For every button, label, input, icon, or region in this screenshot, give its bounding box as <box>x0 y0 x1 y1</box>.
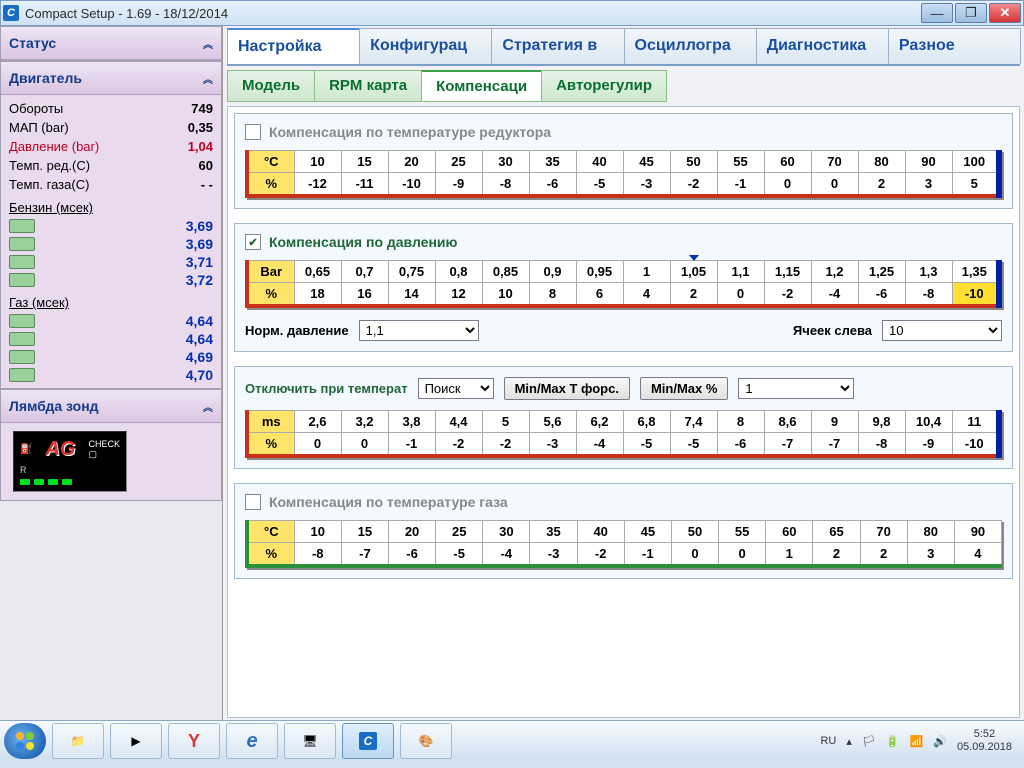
taskbar-monitor[interactable]: 🖥 <box>284 723 336 759</box>
tray-language[interactable]: RU <box>820 735 836 747</box>
subtab-0[interactable]: Модель <box>227 70 315 102</box>
subtab-1[interactable]: RPM карта <box>314 70 422 102</box>
tab-1[interactable]: Конфигурац <box>359 28 492 64</box>
gas-temp-checkbox[interactable] <box>245 494 261 510</box>
minimize-button[interactable]: — <box>921 3 953 23</box>
chevron-down-icon: ︽ <box>203 36 213 51</box>
minmax-pct-button[interactable]: Min/Max % <box>640 377 728 400</box>
injector-select[interactable]: 1 <box>738 378 854 399</box>
chevron-down-icon: ︽ <box>203 399 213 414</box>
tray-arrow-icon[interactable]: ▴ <box>846 735 852 748</box>
cells-left-select[interactable]: 10 <box>882 320 1002 341</box>
sub-tabs: МодельRPM картаКомпенсациАвторегулир <box>227 70 1020 102</box>
lambda-panel-header[interactable]: Лямбда зонд ︽ <box>1 390 221 423</box>
pressure-checkbox[interactable]: ✔ <box>245 234 261 250</box>
subtab-2[interactable]: Компенсаци <box>421 70 542 102</box>
taskbar: 📁 ▶ Y e 🖥 C 🎨 RU ▴ 🏳 🔋 📶 🔊 5:52 05.09.20… <box>0 720 1024 761</box>
norm-pressure-label: Норм. давление <box>245 323 349 338</box>
taskbar-yandex[interactable]: Y <box>168 723 220 759</box>
taskbar-media[interactable]: ▶ <box>110 723 162 759</box>
section-inj-time: Отключить при температ Поиск Min/Max T ф… <box>234 366 1013 469</box>
taskbar-ie[interactable]: e <box>226 723 278 759</box>
tray-volume-icon[interactable]: 🔊 <box>933 735 947 748</box>
cells-left-label: Ячеек слева <box>793 323 872 338</box>
window-title: Compact Setup - 1.69 - 18/12/2014 <box>25 6 921 21</box>
lambda-display: ⛽ AG CHECK▢ R <box>13 431 127 492</box>
pressure-table[interactable]: Bar0,650,70,750,80,850,90,9511,051,11,15… <box>245 260 1002 308</box>
system-tray[interactable]: RU ▴ 🏳 🔋 📶 🔊 5:52 05.09.2018 <box>820 728 1020 754</box>
tab-5[interactable]: Разное <box>888 28 1021 64</box>
close-button[interactable]: ✕ <box>989 3 1021 23</box>
taskbar-explorer[interactable]: 📁 <box>52 723 104 759</box>
section-title: Компенсация по температуре редуктора <box>269 124 551 140</box>
taskbar-compact-setup[interactable]: C <box>342 723 394 759</box>
main-content: НастройкаКонфигурацСтратегия вОсциллогра… <box>223 26 1024 720</box>
titlebar: C Compact Setup - 1.69 - 18/12/2014 — ❐ … <box>0 0 1024 26</box>
section-reducer-temp: Компенсация по температуре редуктора °C1… <box>234 113 1013 209</box>
maximize-button[interactable]: ❐ <box>955 3 987 23</box>
tab-3[interactable]: Осциллогра <box>624 28 757 64</box>
gas-temp-table[interactable]: °C101520253035404550556065708090%-8-7-6-… <box>245 520 1002 568</box>
sidebar: Статус ︽ Двигатель ︽ Обороты749МАП (bar)… <box>0 26 223 720</box>
status-panel-header[interactable]: Статус ︽ <box>1 27 221 60</box>
taskbar-paint[interactable]: 🎨 <box>400 723 452 759</box>
tray-network-icon[interactable]: 📶 <box>910 735 924 748</box>
app-icon: C <box>3 5 19 21</box>
status-label: Статус <box>9 35 56 51</box>
disable-temp-label: Отключить при температ <box>245 381 408 396</box>
section-title: Компенсация по давлению <box>269 234 458 250</box>
tray-clock[interactable]: 5:52 05.09.2018 <box>957 728 1012 754</box>
inj-time-table[interactable]: ms2,63,23,84,455,66,26,87,488,699,810,41… <box>245 410 1002 458</box>
search-select[interactable]: Поиск <box>418 378 494 399</box>
section-gas-temp: Компенсация по температуре газа °C101520… <box>234 483 1013 579</box>
tray-battery-icon[interactable]: 🔋 <box>886 735 900 748</box>
engine-label: Двигатель <box>9 70 82 86</box>
reducer-temp-checkbox[interactable] <box>245 124 261 140</box>
main-tabs: НастройкаКонфигурацСтратегия вОсциллогра… <box>227 28 1020 66</box>
tab-0[interactable]: Настройка <box>227 28 360 64</box>
tab-2[interactable]: Стратегия в <box>491 28 624 64</box>
section-pressure: ✔ Компенсация по давлению Bar0,650,70,75… <box>234 223 1013 352</box>
subtab-3[interactable]: Авторегулир <box>541 70 667 102</box>
engine-panel-header[interactable]: Двигатель ︽ <box>1 62 221 95</box>
reducer-temp-table[interactable]: °C1015202530354045505560708090100%-12-11… <box>245 150 1002 198</box>
tray-flag-icon[interactable]: 🏳 <box>862 735 876 748</box>
start-button[interactable] <box>4 723 46 759</box>
section-title: Компенсация по температуре газа <box>269 494 508 510</box>
tab-4[interactable]: Диагностика <box>756 28 889 64</box>
lambda-label: Лямбда зонд <box>9 398 99 414</box>
chevron-down-icon: ︽ <box>203 71 213 86</box>
minmax-t-button[interactable]: Min/Max T форс. <box>504 377 630 400</box>
norm-pressure-select[interactable]: 1,1 <box>359 320 479 341</box>
